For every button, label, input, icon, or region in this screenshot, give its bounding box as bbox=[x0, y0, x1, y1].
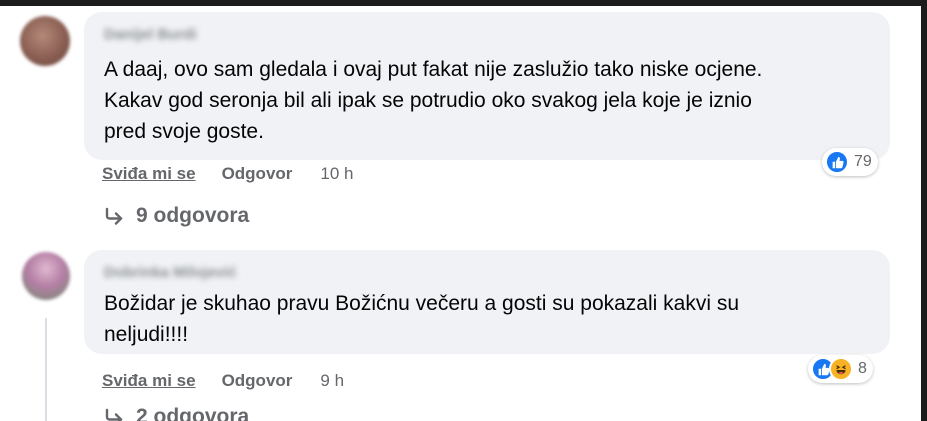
comment-author[interactable]: Dobrinka Milojević bbox=[104, 264, 237, 281]
comment-actions: Sviđa mi se Odgovor 9 h bbox=[102, 371, 344, 391]
replies-count-label: 2 odgovora bbox=[136, 405, 250, 421]
comment-timestamp[interactable]: 9 h bbox=[320, 371, 344, 391]
view-replies-link[interactable]: 9 odgovora bbox=[104, 204, 249, 228]
like-button[interactable]: Sviđa mi se bbox=[102, 164, 196, 184]
comment-bubble: Dobrinka Milojević Božidar je skuhao pra… bbox=[84, 250, 890, 354]
reply-arrow-icon bbox=[104, 408, 126, 421]
reply-arrow-icon bbox=[104, 207, 126, 225]
avatar[interactable] bbox=[20, 16, 70, 66]
comment-text: A daaj, ovo sam gledala i ovaj put fakat… bbox=[104, 58, 763, 143]
reply-button[interactable]: Odgovor bbox=[222, 164, 293, 184]
comment-timestamp[interactable]: 10 h bbox=[320, 164, 353, 184]
window-border-right bbox=[921, 0, 927, 421]
comment-text: Božidar je skuhao pravu Božićnu večeru a… bbox=[104, 292, 740, 346]
comment-actions: Sviđa mi se Odgovor 10 h bbox=[102, 164, 354, 184]
reactions-summary[interactable]: 8 bbox=[808, 355, 873, 383]
thumbs-up-icon bbox=[825, 150, 849, 174]
reaction-count: 8 bbox=[858, 360, 867, 377]
view-replies-link[interactable]: 2 odgovora bbox=[104, 405, 249, 421]
avatar[interactable] bbox=[22, 252, 70, 300]
reactions-summary[interactable]: 79 bbox=[822, 148, 878, 176]
like-button[interactable]: Sviđa mi se bbox=[102, 371, 196, 391]
comments-panel: Danijel Burdi A daaj, ovo sam gledala i … bbox=[0, 0, 927, 421]
replies-count-label: 9 odgovora bbox=[136, 204, 250, 227]
comment-bubble: Danijel Burdi A daaj, ovo sam gledala i … bbox=[84, 12, 890, 160]
reply-button[interactable]: Odgovor bbox=[222, 371, 293, 391]
laughing-face-icon bbox=[829, 357, 853, 381]
reaction-count: 79 bbox=[854, 153, 872, 170]
comment-author[interactable]: Danijel Burdi bbox=[104, 26, 197, 43]
thread-connector bbox=[45, 318, 47, 421]
window-border-top bbox=[0, 0, 927, 6]
